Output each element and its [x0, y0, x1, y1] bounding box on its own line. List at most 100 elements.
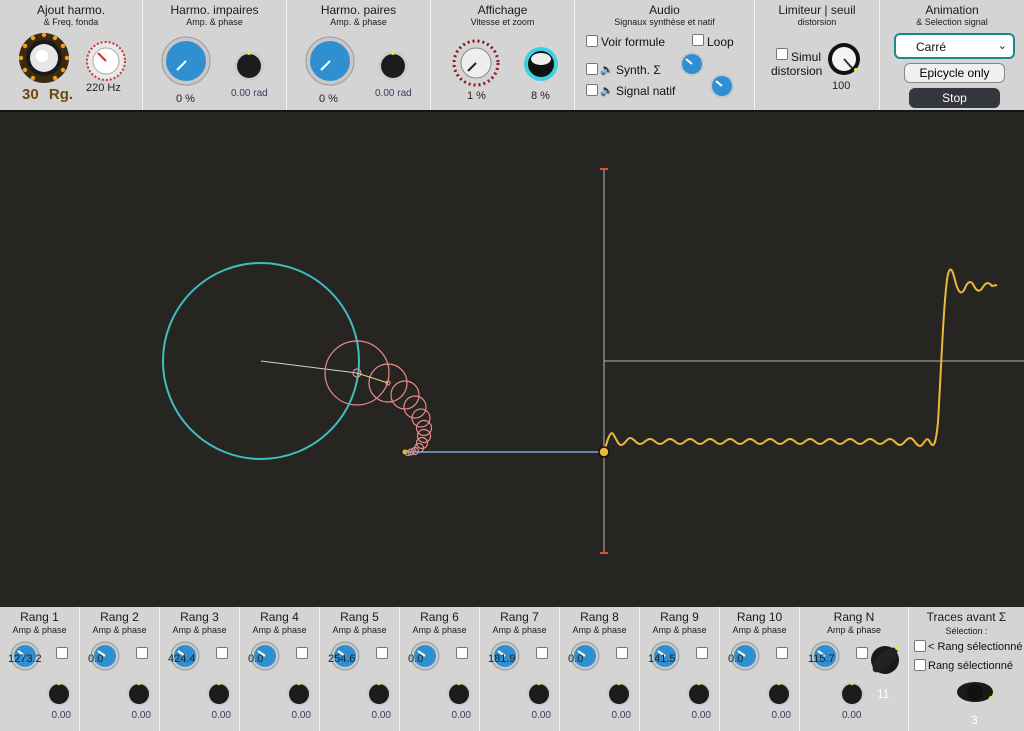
even-phase-knob[interactable]: [377, 50, 409, 82]
rank-n-value: 11: [877, 687, 890, 701]
traces-section: Traces avant Σ Sélection : < Rang sélectio…: [909, 607, 1024, 731]
traces-before-rank-label: < Rang sélectionné: [928, 641, 1023, 653]
speaker-icon: 🔈: [600, 85, 614, 97]
traces-rank-label: Rang sélectionné: [928, 660, 1014, 672]
stop-button[interactable]: Stop: [909, 88, 1000, 108]
show-formula-checkbox[interactable]: [586, 35, 598, 47]
rank-section: Rang 3 Amp & phase 424.4 0.00: [160, 607, 240, 731]
rank-amplitude-value: 0.0: [568, 653, 584, 665]
rank-section: Rang 9 Amp & phase 141.5 0.00: [640, 607, 720, 731]
rank-phase-value: 0.00: [691, 710, 711, 721]
odd-harmonics-section: Harmo. impaires Amp. & phase 0 % 0.00 ra…: [143, 0, 287, 110]
even-amplitude-knob[interactable]: [305, 36, 355, 86]
frequency-value: 220 Hz: [86, 82, 121, 94]
odd-phase-value: 0.00 rad: [231, 88, 268, 99]
synth-label: Synth. Σ: [616, 63, 661, 77]
traces-selector-knob[interactable]: [955, 677, 995, 707]
odd-phase-knob[interactable]: [233, 50, 265, 82]
traces-subtitle: Sélection :: [945, 626, 988, 636]
rank-phase-knob[interactable]: [366, 681, 392, 707]
rank-count-knob[interactable]: [18, 32, 70, 84]
rank-title: Rang 6: [420, 610, 459, 624]
rank-n-phase-value: 0.00: [842, 710, 862, 721]
rank-subtitle: Amp & phase: [12, 625, 67, 635]
zoom-value: 8 %: [531, 90, 550, 102]
native-signal-checkbox[interactable]: [586, 84, 598, 96]
simul-distortion-checkbox[interactable]: [776, 48, 788, 60]
rank-title: Rang 4: [260, 610, 299, 624]
bottom-rank-panel: Rang 1 Amp & phase 1273.2 0.00 Rang 2 Amp & p…: [0, 607, 1024, 731]
rank-phase-knob[interactable]: [46, 681, 72, 707]
rank-phase-knob[interactable]: [606, 681, 632, 707]
rank-select-checkbox[interactable]: [616, 647, 628, 659]
traces-before-rank-checkbox[interactable]: [914, 640, 926, 652]
rank-amplitude-value: 0.0: [248, 653, 264, 665]
rank-select-checkbox[interactable]: [296, 647, 308, 659]
synth-checkbox[interactable]: [586, 63, 598, 75]
rank-amplitude-value: 0.0: [408, 653, 424, 665]
rank-phase-value: 0.00: [291, 710, 311, 721]
loop-checkbox[interactable]: [692, 34, 704, 46]
rank-phase-knob[interactable]: [446, 681, 472, 707]
rank-section: Rang 4 Amp & phase 0.0 0.00: [240, 607, 320, 731]
synth-volume-knob[interactable]: [679, 51, 705, 77]
rank-select-checkbox[interactable]: [216, 647, 228, 659]
speed-value: 1 %: [467, 90, 486, 102]
traces-value: 3: [971, 713, 978, 727]
rank-select-checkbox[interactable]: [56, 647, 68, 659]
rank-select-checkbox[interactable]: [456, 647, 468, 659]
speed-knob[interactable]: [452, 39, 500, 87]
rank-phase-value: 0.00: [211, 710, 231, 721]
rank-select-checkbox[interactable]: [536, 647, 548, 659]
rank-n-checkbox[interactable]: [856, 647, 868, 659]
rank-subtitle: Amp & phase: [572, 625, 627, 635]
rank-phase-value: 0.00: [371, 710, 391, 721]
odd-amplitude-value: 0 %: [176, 93, 195, 105]
small-epicycles: [324, 340, 433, 457]
zoom-knob[interactable]: [523, 46, 559, 82]
rank-phase-knob[interactable]: [526, 681, 552, 707]
epicycle-only-button[interactable]: Epicycle only: [904, 63, 1005, 83]
section-title: Limiteur | seuil: [778, 3, 856, 17]
display-section: Affichage Vitesse et zoom 1 % 8 %: [431, 0, 575, 110]
rank-select-checkbox[interactable]: [376, 647, 388, 659]
rank-phase-value: 0.00: [611, 710, 631, 721]
rank-phase-knob[interactable]: [686, 681, 712, 707]
chevron-down-icon: ⌄: [997, 40, 1007, 52]
rank-subtitle: Amp & phase: [412, 625, 467, 635]
rank-select-checkbox[interactable]: [776, 647, 788, 659]
section-title: Animation: [925, 3, 979, 17]
rank-select-checkbox[interactable]: [136, 647, 148, 659]
rank-subtitle: Amp & phase: [652, 625, 707, 635]
top-control-panel: Ajout harmo. & Freq. fonda 30 Rg. 220 Hz…: [0, 0, 1024, 110]
rank-select-checkbox[interactable]: [696, 647, 708, 659]
loop-label: Loop: [707, 35, 734, 49]
rank-amplitude-value: 0.0: [728, 653, 744, 665]
rank-n-selector-knob[interactable]: [868, 643, 902, 677]
signal-select[interactable]: Carré ⌄: [894, 33, 1015, 59]
rank-title: Rang 5: [340, 610, 379, 624]
rank-section: Rang 8 Amp & phase 0.0 0.00: [560, 607, 640, 731]
rank-title: Rang 7: [500, 610, 539, 624]
section-title: Harmo. impaires: [170, 3, 259, 17]
rank-amplitude-value: 1273.2: [8, 653, 42, 665]
rank-n-phase-knob[interactable]: [839, 681, 865, 707]
rank-phase-knob[interactable]: [766, 681, 792, 707]
rank-phase-knob[interactable]: [286, 681, 312, 707]
rank-subtitle: Amp & phase: [332, 625, 387, 635]
rank-phase-knob[interactable]: [126, 681, 152, 707]
signal-select-value: Carré: [916, 40, 947, 54]
odd-amplitude-knob[interactable]: [161, 36, 211, 86]
rank-phase-knob[interactable]: [206, 681, 232, 707]
rank-phase-value: 0.00: [451, 710, 471, 721]
frequency-knob[interactable]: [86, 41, 126, 81]
rank-n-section: Rang N Amp & phase 11 115.7 0.00: [800, 607, 909, 731]
threshold-knob[interactable]: [827, 42, 861, 76]
section-subtitle: Amp. & phase: [330, 17, 387, 27]
section-subtitle: & Selection signal: [916, 17, 988, 27]
rank-subtitle: Amp & phase: [732, 625, 787, 635]
rank-amplitude-value: 141.5: [648, 653, 676, 665]
native-volume-knob[interactable]: [709, 73, 735, 99]
rank-section: Rang 6 Amp & phase 0.0 0.00: [400, 607, 480, 731]
traces-rank-checkbox[interactable]: [914, 659, 926, 671]
